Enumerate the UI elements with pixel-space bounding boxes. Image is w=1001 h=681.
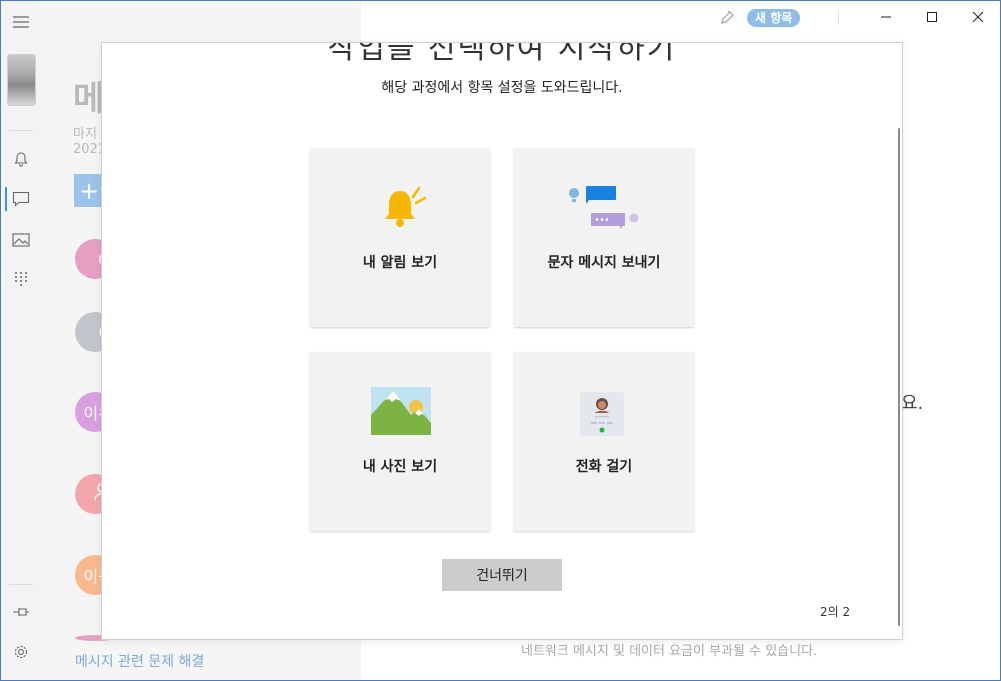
nav-rail (1, 1, 41, 680)
hamburger-menu-icon[interactable] (11, 12, 31, 32)
dialog-subtitle: 해당 과정에서 항목 설정을 도와드립니다. (381, 80, 623, 96)
bell-icon (380, 183, 432, 237)
bell-icon[interactable] (11, 149, 31, 169)
card-label: 문자 메시지 보내기 (547, 255, 661, 271)
card-label: 전화 걸기 (575, 459, 633, 475)
new-message-button[interactable]: + (74, 174, 104, 207)
pen-icon[interactable] (719, 10, 735, 26)
dialpad-icon[interactable] (11, 269, 31, 289)
active-indicator (5, 187, 7, 211)
settings-gear-icon[interactable] (11, 642, 31, 662)
phone-thumbnail[interactable] (8, 55, 35, 105)
rail-divider-bottom (9, 584, 33, 585)
dialog-title: 작업을 선택하여 시작하기 (327, 42, 677, 66)
card-label: 내 사진 보기 (362, 459, 438, 475)
phone-call-icon (580, 392, 624, 442)
app-window: 메 마지 2021 + 예 이 이유 이북 메시지 관련 문제 해결 새 항목 (0, 0, 1001, 681)
background-text: 요. (901, 393, 924, 414)
list-title: 메 (73, 79, 105, 119)
minimize-button[interactable] (863, 1, 909, 33)
rail-divider (9, 130, 33, 131)
card-notifications[interactable]: 내 알림 보기 (310, 148, 490, 327)
card-calls[interactable]: 전화 걸기 (514, 352, 694, 531)
card-label: 내 알림 보기 (362, 255, 438, 271)
pin-icon[interactable] (11, 602, 31, 622)
messages-icon[interactable] (11, 189, 31, 209)
titlebar-divider (838, 11, 839, 25)
page-indicator: 2의 2 (820, 605, 851, 619)
skip-button[interactable]: 건너뛰기 (442, 559, 562, 591)
chat-bubbles-icon (564, 183, 644, 237)
troubleshoot-link[interactable]: 메시지 관련 문제 해결 (75, 651, 204, 671)
new-item-badge[interactable]: 새 항목 (747, 9, 801, 27)
setup-dialog: 작업을 선택하여 시작하기 해당 과정에서 항목 설정을 도와드립니다. 내 알… (101, 42, 903, 640)
card-text-messages[interactable]: 문자 메시지 보내기 (514, 148, 694, 327)
last-message-label: 마지 (73, 127, 97, 142)
title-bar: 새 항목 (361, 1, 1000, 35)
maximize-button[interactable] (909, 1, 955, 33)
card-photos[interactable]: 내 사진 보기 (310, 352, 490, 531)
dialog-scrollbar[interactable] (898, 128, 900, 626)
photos-icon[interactable] (11, 230, 31, 250)
close-button[interactable] (955, 1, 1000, 33)
data-charge-note: 네트워크 메시지 및 데이터 요금이 부과될 수 있습니다. (521, 644, 818, 659)
landscape-photo-icon (371, 387, 431, 439)
